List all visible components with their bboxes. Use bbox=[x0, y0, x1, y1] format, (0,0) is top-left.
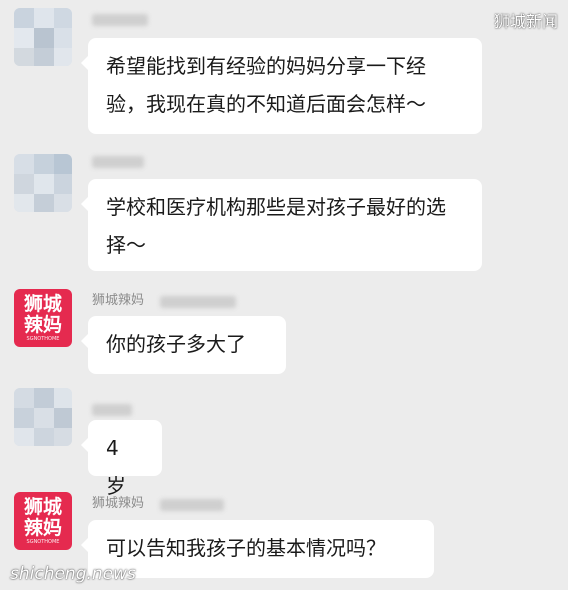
message-text: 学校和医疗机构那些是对孩子最好的选择～ bbox=[106, 195, 446, 257]
sender-name: 狮城辣妈 bbox=[92, 293, 145, 308]
brand-avatar-line1: 狮城 bbox=[23, 496, 62, 518]
message-text: 可以告知我孩子的基本情况吗？ bbox=[106, 536, 386, 560]
message-bubble[interactable]: 可以告知我孩子的基本情况吗？ bbox=[81, 520, 434, 578]
sender-name-obscured bbox=[92, 156, 144, 168]
message-text: 4 岁 bbox=[106, 436, 126, 498]
message-bubble[interactable]: 你的孩子多大了 bbox=[81, 316, 286, 374]
sender-name: 狮城辣妈 bbox=[92, 496, 145, 511]
sender-name-obscured bbox=[160, 296, 236, 308]
brand-avatar-line1: 狮城 bbox=[23, 293, 62, 315]
brand-avatar[interactable]: 狮城 辣妈 SGNOTHOME bbox=[14, 289, 72, 347]
brand-avatar[interactable]: 狮城 辣妈 SGNOTHOME bbox=[14, 492, 72, 550]
message-bubble[interactable]: 学校和医疗机构那些是对孩子最好的选择～ bbox=[81, 179, 482, 271]
brand-avatar-line2: 辣妈 bbox=[23, 517, 62, 539]
brand-avatar-line2: 辣妈 bbox=[23, 314, 62, 336]
message-bubble[interactable]: 希望能找到有经验的妈妈分享一下经验，我现在真的不知道后面会怎样～ bbox=[81, 38, 482, 134]
brand-avatar-sub: SGNOTHOME bbox=[26, 539, 60, 545]
message-text: 希望能找到有经验的妈妈分享一下经验，我现在真的不知道后面会怎样～ bbox=[106, 54, 426, 116]
message-bubble[interactable]: 4 岁 bbox=[81, 420, 162, 498]
watermark-bottom: shicheng.news bbox=[10, 564, 136, 584]
avatar-blurred[interactable] bbox=[14, 8, 72, 66]
sender-name-obscured bbox=[160, 499, 224, 511]
brand-avatar-sub: SGNOTHOME bbox=[26, 336, 60, 342]
sender-name-obscured bbox=[92, 14, 148, 26]
message-text: 你的孩子多大了 bbox=[106, 332, 246, 356]
avatar-blurred[interactable] bbox=[14, 388, 72, 446]
watermark-top: 狮城新闻 bbox=[493, 12, 558, 31]
avatar-blurred[interactable] bbox=[14, 154, 72, 212]
chat-window: 希望能找到有经验的妈妈分享一下经验，我现在真的不知道后面会怎样～ 学校和医疗机构… bbox=[0, 0, 568, 590]
sender-name-obscured bbox=[92, 404, 132, 416]
